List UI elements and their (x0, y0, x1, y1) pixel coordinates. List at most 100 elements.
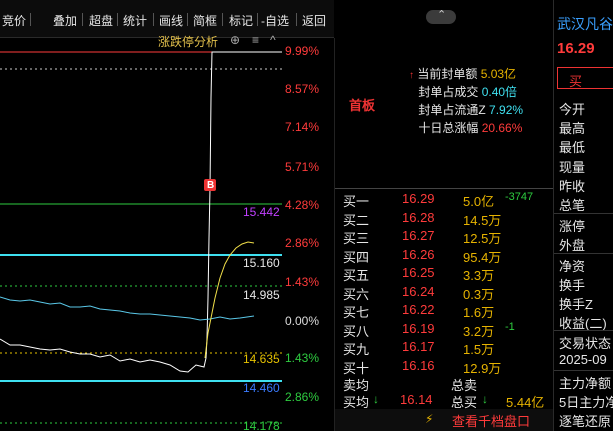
bid-level-label: 买十 (343, 360, 370, 376)
bid-price: 16.16 (402, 357, 435, 373)
toolbar-watchlist-button[interactable]: -自选 (261, 12, 289, 29)
quote-field-label: 2025-09 (559, 352, 607, 367)
seal-row: ↑ 当前封单额 5.03亿 (409, 67, 517, 81)
view-tick-book-label: 查看千档盘口 (452, 414, 531, 429)
pct-label: 7.14% (285, 120, 320, 134)
average-line (0, 296, 255, 321)
toolbar-separator (296, 13, 297, 26)
order-book-panel: 首板 ↑ 当前封单额 5.03亿 ↑ 封单占成交 0.40倍 ↑ 封单占流通Z … (334, 38, 554, 431)
toolbar-super-button[interactable]: 超盘 (89, 12, 113, 29)
divider (554, 253, 613, 254)
pct-label: 1.43% (285, 275, 320, 289)
toolbar-draw-line-button[interactable]: 画线 (159, 12, 183, 29)
price-line (0, 51, 282, 373)
bid-row[interactable]: 买一 16.29 5.0亿 -3747 (335, 191, 554, 210)
quote-field-label: 现量 (559, 160, 586, 175)
current-price: 16.29 (557, 40, 595, 57)
pct-label: 1.43% (285, 351, 320, 365)
quote-field-label: 逐笔还原 (559, 414, 612, 429)
bid-row[interactable]: 买二 16.28 14.5万 (335, 210, 554, 229)
quote-field-label: 最高 (559, 121, 586, 136)
toolbar-stats-button[interactable]: 统计 (123, 12, 147, 29)
bid-level-label: 买五 (343, 268, 370, 283)
menu-icon[interactable]: ≡ (252, 33, 259, 47)
buy-button[interactable]: 买 (557, 67, 613, 89)
toolbar-separator (222, 13, 223, 26)
toolbar-separator (117, 13, 118, 26)
quote-panel: 武汉凡谷 16.29 买 今开 最高 最低 现量 昨收 总笔 涨停 外盘 净资 换手 换手Z 收益(二… (553, 0, 613, 431)
quote-field-label: 今开 (559, 102, 586, 117)
bid-row[interactable]: 买九 16.17 1.5万 (335, 339, 554, 358)
collapse-toggle[interactable]: ⌃ (426, 9, 456, 24)
quote-field-label: 主力净额 (559, 376, 612, 391)
bid-volume: 12.9万 (463, 360, 502, 376)
bid-price: 16.26 (402, 246, 435, 262)
bid-change: -3747 (505, 191, 534, 203)
bid-row[interactable]: 买四 16.26 95.4万 (335, 247, 554, 266)
quote-field-label: 外盘 (559, 238, 586, 253)
divider (554, 213, 613, 214)
bid-volume: 14.5万 (463, 212, 502, 228)
bid-volume: 1.6万 (463, 305, 495, 320)
buy-marker-label: B (207, 180, 215, 191)
first-board-label: 首板 (349, 98, 376, 113)
intraday-chart: B 涨跌停分析 ⊕ ≡ ^ 9.99% 8.57% 7.14% 5.71% 4.… (0, 33, 334, 431)
toolbar-separator (187, 13, 188, 26)
arrow-down-icon: ↓ (373, 392, 379, 406)
price-label: 15.442 (243, 205, 280, 219)
price-label: 14.985 (243, 288, 280, 302)
seal-row: ↑ 封单占流通Z 7.92% (418, 103, 524, 117)
bid-change: -1 (505, 320, 515, 333)
chevron-up-icon: ⌃ (437, 9, 447, 21)
quote-field-label: 交易状态 (559, 336, 612, 351)
bid-volume: 1.5万 (463, 342, 495, 357)
arrow-up-icon: ↑ (409, 70, 414, 81)
chevron-up-icon[interactable]: ^ (270, 33, 276, 47)
bid-volume: 5.0亿 (463, 194, 495, 209)
pct-label: 9.99% (285, 44, 320, 58)
bid-price: 16.19 (402, 320, 435, 336)
limit-analysis-label[interactable]: 涨跌停分析 (158, 33, 218, 50)
arrow-down-icon: ↓ (482, 392, 488, 406)
divider (335, 188, 554, 189)
toolbar-mark-button[interactable]: 标记 (229, 12, 253, 29)
bid-volume: 3.3万 (463, 268, 495, 283)
add-icon[interactable]: ⊕ (230, 33, 240, 47)
bid-level-label: 买六 (343, 286, 370, 302)
bid-price: 16.29 (402, 191, 435, 206)
bid-volume: 12.5万 (463, 231, 502, 246)
bid-level-label: 买九 (343, 342, 370, 357)
divider (554, 330, 613, 331)
bid-row[interactable]: 买八 16.19 3.2万 -1 (335, 321, 554, 340)
bid-row[interactable]: 买六 16.24 0.3万 (335, 284, 554, 303)
bid-price: 16.24 (402, 283, 435, 299)
price-label: 14.460 (243, 381, 280, 395)
toolbar-separator (82, 13, 83, 26)
stock-name[interactable]: 武汉凡谷 (557, 14, 613, 34)
bid-row[interactable]: 买五 16.25 3.3万 (335, 265, 554, 284)
toolbar-bid-auction-button[interactable]: 竞价 (2, 12, 26, 29)
toolbar-overlay-button[interactable]: 叠加 (53, 12, 77, 29)
bid-row[interactable]: 买三 16.27 12.5万 (335, 228, 554, 247)
bid-row[interactable]: 买七 16.22 1.6万 (335, 302, 554, 321)
bid-level-label: 买二 (343, 212, 370, 228)
intraday-chart-svg (0, 51, 282, 424)
bid-row[interactable]: 买十 16.16 12.9万 (335, 358, 554, 377)
bid-price: 16.17 (402, 339, 435, 354)
pct-label: 2.86% (285, 236, 320, 250)
pct-label: 0.00% (285, 314, 320, 328)
quote-field-label: 净资 (559, 259, 586, 274)
quote-field-label: 换手Z (559, 297, 593, 312)
price-label: 14.635 (243, 352, 280, 366)
pct-label: 4.28% (285, 198, 320, 212)
orderbook-header: ⌃ (334, 0, 553, 38)
buy-avg-value: 16.14 (400, 392, 433, 407)
quote-field-label: 涨停 (559, 219, 586, 234)
seal-row: ↑ 封单占成交 0.40倍 (418, 85, 518, 99)
view-tick-book-button[interactable]: ⚡ 查看千档盘口 (335, 409, 554, 431)
toolbar-separator (153, 13, 154, 26)
toolbar-back-button[interactable]: 返回 (302, 12, 326, 29)
toolbar-simple-frame-button[interactable]: 简框 (193, 12, 217, 29)
toolbar-separator (257, 13, 258, 26)
quote-field-label: 昨收 (559, 179, 586, 194)
